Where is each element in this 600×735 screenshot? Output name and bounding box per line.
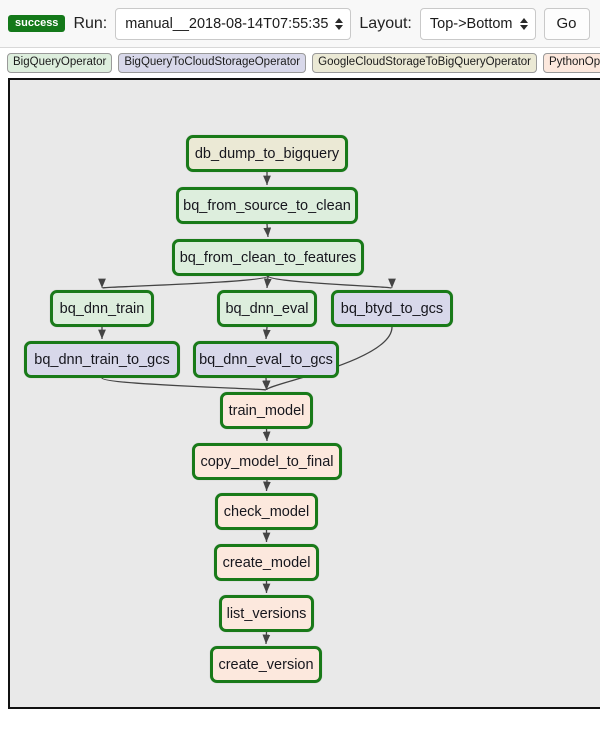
dag-edge-bq_dnn_eval-to-bq_dnn_eval_to_gcs	[266, 327, 267, 339]
dag-node-bq_dnn_eval_to_gcs[interactable]: bq_dnn_eval_to_gcs	[193, 341, 339, 378]
legend-chip[interactable]: PythonOperator	[543, 53, 600, 73]
status-badge: success	[8, 15, 65, 32]
dag-edge-bq_from_clean_to_features-to-bq_dnn_train	[102, 276, 268, 288]
legend-chip[interactable]: BigQueryOperator	[7, 53, 112, 73]
run-select-value: manual__2018-08-14T07:55:35	[125, 8, 328, 40]
dag-node-copy_model_to_final[interactable]: copy_model_to_final	[192, 443, 342, 480]
dag-node-list_versions[interactable]: list_versions	[219, 595, 314, 632]
toolbar: success Run: manual__2018-08-14T07:55:35…	[0, 0, 600, 48]
go-button[interactable]: Go	[544, 8, 590, 40]
dag-node-db_dump_to_bigquery[interactable]: db_dump_to_bigquery	[186, 135, 348, 172]
operator-legend: BigQueryOperator BigQueryToCloudStorageOp…	[0, 48, 600, 78]
dag-edge-bq_from_clean_to_features-to-bq_dnn_eval	[267, 276, 268, 288]
dag-node-check_model[interactable]: check_model	[215, 493, 318, 530]
chevron-updown-icon[interactable]	[335, 8, 343, 40]
dag-node-train_model[interactable]: train_model	[220, 392, 313, 429]
legend-chip[interactable]: GoogleCloudStorageToBigQueryOperator	[312, 53, 537, 73]
dag-edge-bq_from_clean_to_features-to-bq_btyd_to_gcs	[268, 276, 392, 288]
dag-edge-list_versions-to-create_version	[266, 632, 267, 644]
layout-select[interactable]: Top->Bottom	[420, 8, 536, 40]
dag-node-bq_btyd_to_gcs[interactable]: bq_btyd_to_gcs	[331, 290, 453, 327]
dag-edge-bq_from_source_to_clean-to-bq_from_clean_to_features	[267, 224, 268, 237]
dag-node-bq_dnn_train_to_gcs[interactable]: bq_dnn_train_to_gcs	[24, 341, 180, 378]
dag-node-bq_from_clean_to_features[interactable]: bq_from_clean_to_features	[172, 239, 364, 276]
chevron-updown-icon[interactable]	[520, 8, 528, 40]
dag-edge-bq_dnn_eval_to_gcs-to-train_model	[266, 378, 267, 390]
dag-node-create_model[interactable]: create_model	[214, 544, 319, 581]
run-label: Run:	[73, 15, 107, 33]
run-select[interactable]: manual__2018-08-14T07:55:35	[115, 8, 351, 40]
dag-node-create_version[interactable]: create_version	[210, 646, 322, 683]
dag-graph-canvas[interactable]: db_dump_to_bigquery bq_from_source_to_cle…	[8, 78, 600, 709]
dag-edge-bq_dnn_train_to_gcs-to-train_model	[102, 378, 267, 390]
layout-select-value: Top->Bottom	[430, 8, 513, 40]
layout-label: Layout:	[359, 15, 411, 33]
legend-chip[interactable]: BigQueryToCloudStorageOperator	[118, 53, 306, 73]
dag-node-bq_dnn_train[interactable]: bq_dnn_train	[50, 290, 154, 327]
dag-edge-copy_model_to_final-to-check_model	[267, 480, 268, 491]
dag-edge-train_model-to-copy_model_to_final	[267, 429, 268, 441]
dag-node-bq_dnn_eval[interactable]: bq_dnn_eval	[217, 290, 317, 327]
dag-node-bq_from_source_to_clean[interactable]: bq_from_source_to_clean	[176, 187, 358, 224]
